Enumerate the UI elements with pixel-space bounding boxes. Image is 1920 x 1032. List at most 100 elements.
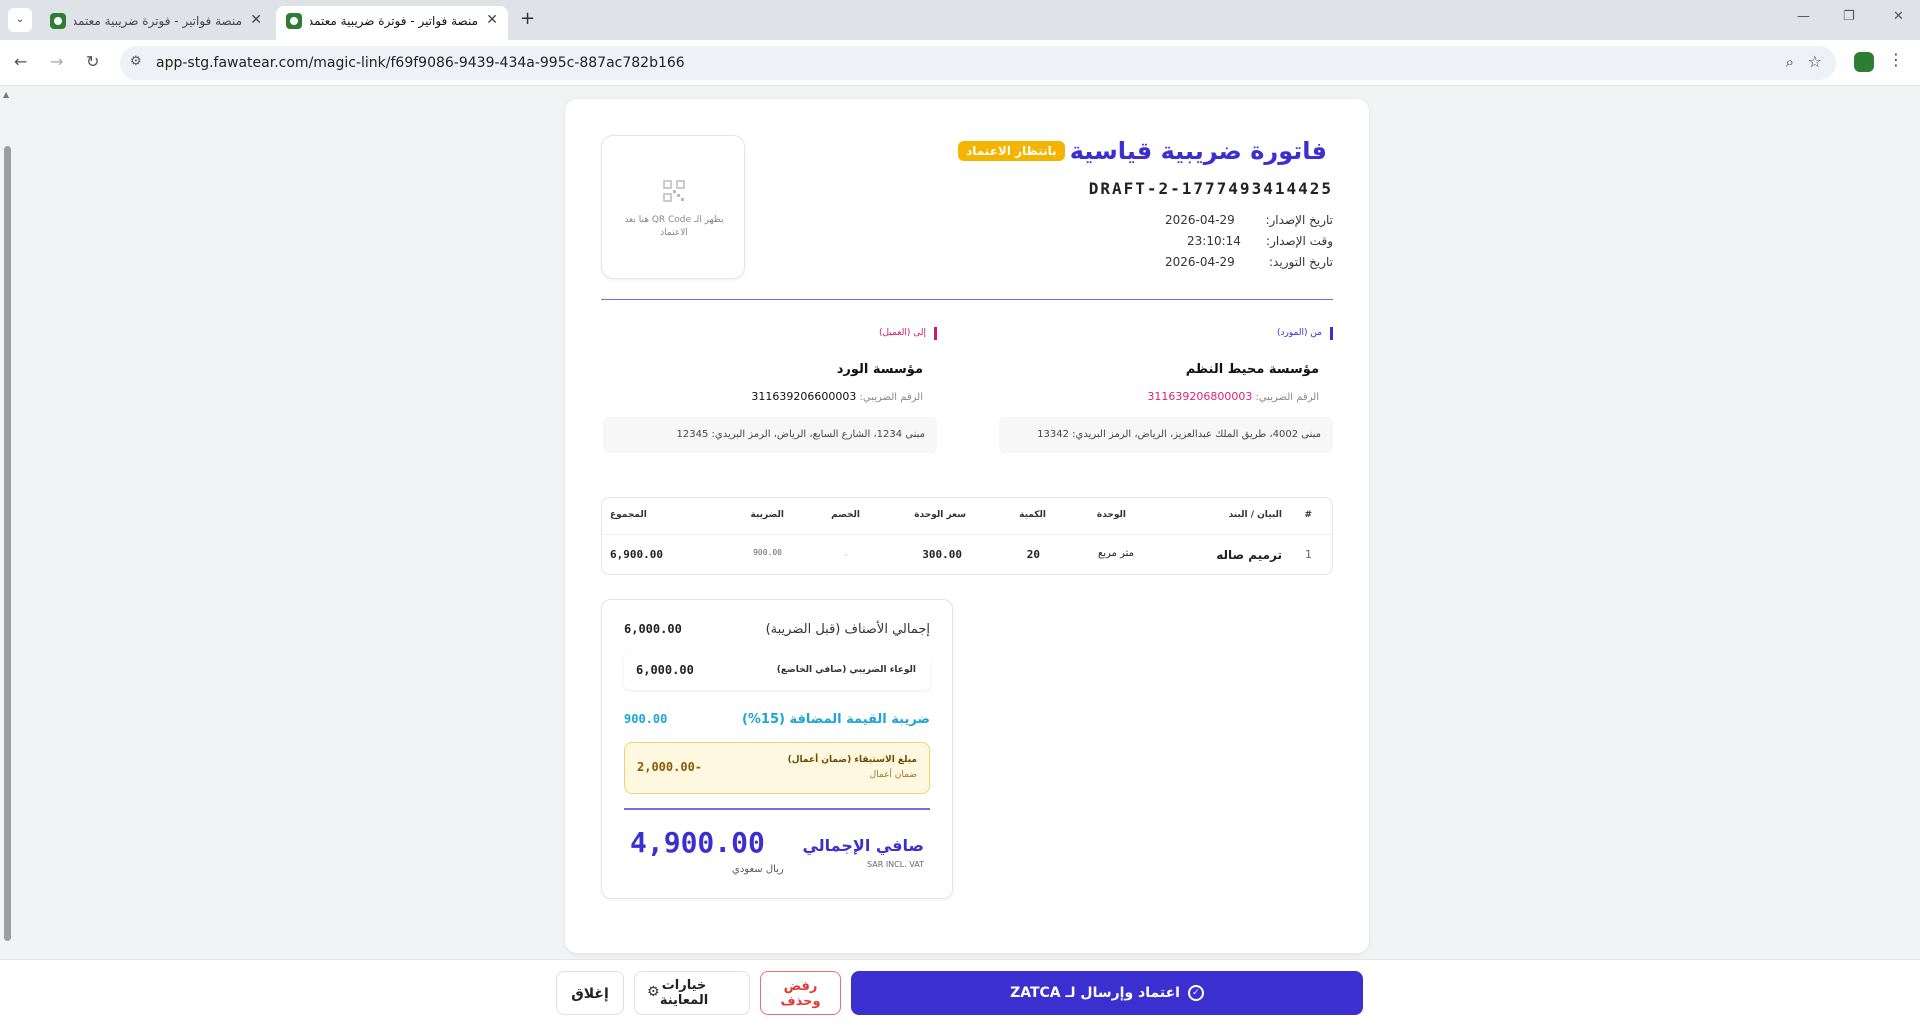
tab-title: منصة فواتير - فوترة ضريبية معتمدة (310, 14, 478, 28)
vat-number: 311639206800003 (1147, 390, 1253, 403)
invoice-title: فاتورة ضريبية قياسية (1069, 137, 1327, 165)
preview-label-2: المعاينة (659, 993, 709, 1008)
header-divider (601, 299, 1333, 300)
back-icon[interactable]: ← (14, 52, 27, 71)
address-bar-row: ← → ↻ ⚙ app-stg.fawatear.com/magic-link/… (0, 40, 1920, 86)
url-text[interactable]: app-stg.fawatear.com/magic-link/f69f9086… (156, 55, 685, 71)
preview-options-button[interactable]: خيارات المعاينة ⚙ (634, 971, 750, 1015)
cell-num: 1 (1305, 548, 1312, 561)
status-badge: بانتظار الاعتماد (958, 141, 1065, 161)
meta-label: وقت الإصدار: (1266, 234, 1333, 248)
vat-amount: 900.00 (624, 712, 668, 726)
net-divider (624, 808, 930, 810)
col-num: # (1304, 510, 1312, 520)
site-favicon-icon (50, 13, 66, 29)
zoom-icon[interactable]: ⌕ (1786, 53, 1794, 71)
seller-tag: من (المورد) (999, 327, 1333, 340)
bookmark-star-icon[interactable]: ☆ (1808, 52, 1822, 71)
vat-number: 311639206600003 (751, 390, 857, 403)
retention-label: مبلغ الاستبقاء (ضمان أعمال) (787, 755, 917, 765)
buyer-block: إلى (العميل) مؤسسة الورد الرقم الضريبي: … (603, 327, 937, 453)
approve-label: اعتماد وإرسال لـ ZATCA (1010, 985, 1180, 1001)
cell-item: ترميم صاله (1216, 548, 1282, 562)
check-circle-icon: ✓ (1187, 985, 1204, 1001)
gear-icon: ⚙ (647, 984, 660, 1000)
vat-line: ضريبة القيمة المضافة (15%) 900.00 (624, 712, 930, 727)
reject-label-1: رفض (783, 979, 818, 994)
vat-label: الرقم الضريبي: (1255, 392, 1319, 403)
cell-total: 6,900.00 (610, 548, 663, 561)
meta-value: 2026-04-29 (1165, 255, 1235, 269)
table-row: 1 ترميم صاله متر مربع 20 300.00 - 900.00… (602, 535, 1332, 574)
browser-tab-active[interactable]: منصة فواتير - فوترة ضريبية معتمدة ✕ (276, 6, 508, 40)
action-bar: ✓ اعتماد وإرسال لـ ZATCA رفض وحذف خيارات … (0, 959, 1920, 1032)
vat-label: ضريبة القيمة المضافة (15%) (741, 712, 930, 727)
qr-placeholder-text: يظهر الـ QR Code هنا بعد الاعتماد (624, 215, 724, 238)
scrollbar-thumb[interactable] (4, 146, 11, 941)
qr-code-icon (663, 180, 685, 202)
col-item: البيان / البند (1228, 510, 1282, 520)
net-total-amount: 4,900.00 (630, 826, 765, 859)
seller-vat: الرقم الضريبي: 311639206800003 (999, 390, 1333, 403)
invoice-meta: تاريخ الإصدار: 2026-04-29 وقت الإصدار: 2… (1165, 213, 1333, 276)
cell-discount: - (844, 548, 848, 561)
reload-icon[interactable]: ↻ (86, 52, 99, 71)
restore-icon[interactable]: ❐ (1843, 9, 1855, 24)
reject-delete-button[interactable]: رفض وحذف (760, 971, 841, 1015)
meta-label: تاريخ التوريد: (1269, 255, 1333, 269)
approve-send-zatca-button[interactable]: ✓ اعتماد وإرسال لـ ZATCA (851, 971, 1363, 1015)
meta-value: 2026-04-29 (1165, 213, 1235, 227)
retention-sublabel: ضمان أعمال (869, 770, 917, 780)
subtotal-amount: 6,000.00 (624, 622, 682, 636)
subtotal-line: إجمالي الأصناف (قبل الضريبة) 6,000.00 (624, 622, 930, 637)
forward-icon[interactable]: → (50, 52, 63, 71)
minimize-icon[interactable]: — (1797, 9, 1810, 24)
meta-issue-time: وقت الإصدار: 23:10:14 (1165, 234, 1333, 255)
tab-close-icon[interactable]: ✕ (486, 12, 498, 28)
page-viewport: ▲ يظهر الـ QR Code هنا بعد الاعتماد فاتو… (0, 86, 1920, 1032)
tab-search-dropdown[interactable]: ⌄ (8, 8, 32, 32)
col-total: المجموع (610, 510, 647, 520)
vat-label: الرقم الضريبي: (859, 392, 923, 403)
tab-title: منصة فواتير - فوترة ضريبية معتمدة (74, 14, 242, 28)
meta-label: تاريخ الإصدار: (1265, 213, 1333, 227)
seller-name: مؤسسة محيط النظم (1185, 362, 1319, 377)
browser-tab-bar: ⌄ منصة فواتير - فوترة ضريبية معتمدة ✕ من… (0, 0, 1920, 40)
seller-block: من (المورد) مؤسسة محيط النظم الرقم الضري… (999, 327, 1333, 453)
buyer-name: مؤسسة الورد (836, 362, 923, 377)
col-discount: الخصم (831, 510, 860, 520)
seller-address: مبنى 4002، طريق الملك عبدالعزيز، الرياض،… (999, 417, 1333, 453)
col-qty: الكمية (1019, 510, 1046, 520)
col-tax: الضريبة (750, 510, 784, 520)
browser-tab[interactable]: منصة فواتير - فوترة ضريبية معتمدة ✕ (40, 6, 272, 40)
net-total-label: صافي الإجمالي (802, 836, 924, 855)
extension-icon[interactable] (1854, 52, 1874, 72)
qr-placeholder: يظهر الـ QR Code هنا بعد الاعتماد (601, 135, 745, 279)
site-favicon-icon (286, 13, 302, 29)
new-tab-icon[interactable]: + (520, 8, 535, 29)
buyer-tag: إلى (العميل) (603, 327, 937, 340)
close-button[interactable]: إغلاق (556, 971, 624, 1015)
meta-value: 23:10:14 (1187, 234, 1241, 248)
meta-issue-date: تاريخ الإصدار: 2026-04-29 (1165, 213, 1333, 234)
buyer-vat: الرقم الضريبي: 311639206600003 (603, 390, 937, 403)
cell-unit: متر مربع (1097, 548, 1134, 559)
meta-supply-date: تاريخ التوريد: 2026-04-29 (1165, 255, 1333, 276)
tab-close-icon[interactable]: ✕ (250, 12, 262, 28)
scroll-up-icon[interactable]: ▲ (3, 90, 9, 99)
currency-label: ريال سعودي (732, 864, 784, 875)
window-close-icon[interactable]: ✕ (1893, 9, 1904, 24)
cell-qty: 20 (1026, 548, 1040, 561)
reject-label-2: وحذف (780, 994, 821, 1009)
browser-menu-icon[interactable]: ⋮ (1888, 50, 1904, 69)
subtotal-label: إجمالي الأصناف (قبل الضريبة) (765, 622, 930, 637)
omnibox[interactable]: ⚙ app-stg.fawatear.com/magic-link/f69f90… (120, 46, 1836, 80)
table-header: # البيان / البند الوحدة الكمية سعر الوحد… (602, 498, 1332, 535)
net-total-sublabel: SAR INCL. VAT (867, 860, 924, 869)
cell-tax: 900.00 (753, 548, 782, 557)
preview-label-1: خيارات (661, 978, 707, 993)
site-info-icon[interactable]: ⚙ (130, 54, 142, 69)
retention-amount: -2,000.00 (637, 760, 703, 774)
items-table: # البيان / البند الوحدة الكمية سعر الوحد… (601, 497, 1333, 575)
totals-panel: إجمالي الأصناف (قبل الضريبة) 6,000.00 ال… (601, 599, 953, 899)
